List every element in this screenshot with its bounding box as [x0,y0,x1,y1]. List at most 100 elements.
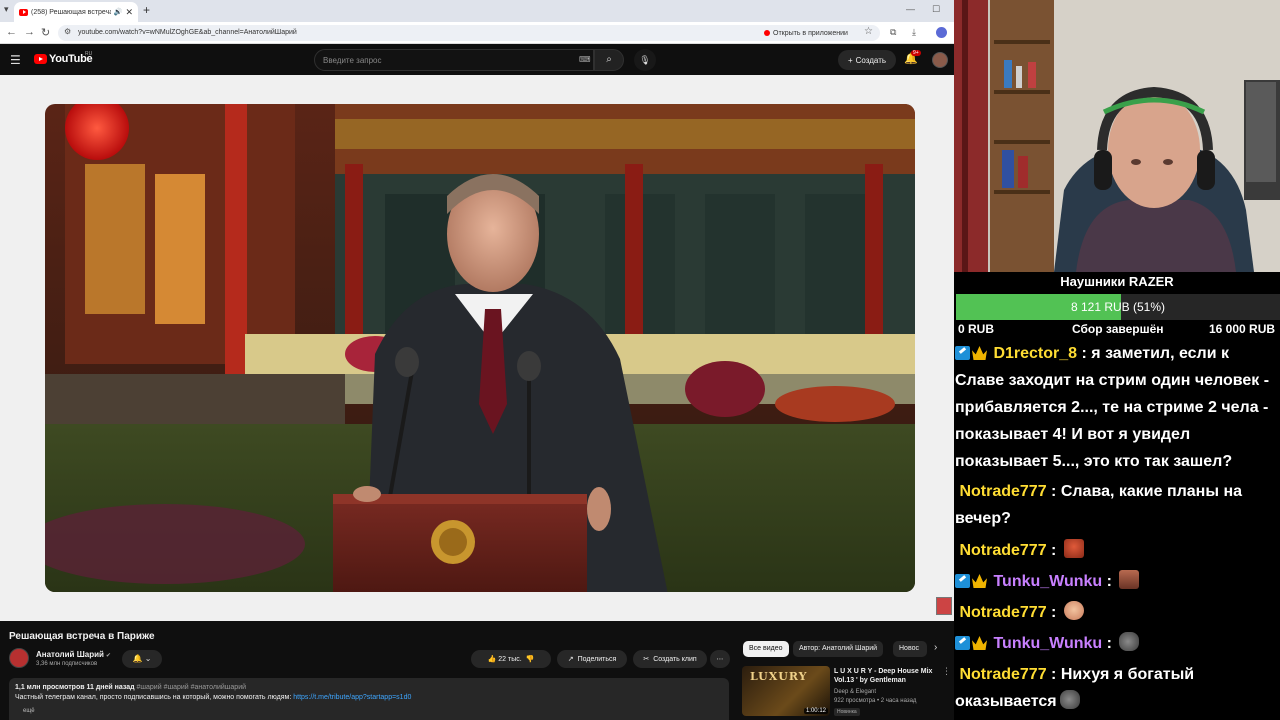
moderator-badge-icon [955,574,970,588]
keyboard-icon[interactable]: ⌨ [579,55,591,64]
rec-duration: 1:00:12 [803,708,828,714]
notification-bell-button[interactable]: 🔔 ⌄ [122,650,162,668]
more-actions-button[interactable]: ⋯ [710,650,730,668]
video-details: Решающая встреча в Париже Анатолий Шарий… [0,621,954,720]
create-label: Создать [855,55,887,65]
share-label: Поделиться [577,655,617,663]
create-button[interactable]: + Создать [838,50,896,70]
download-icon[interactable]: ⤓ [912,27,916,38]
rec-channel[interactable]: Deep & Elegant [834,689,876,695]
chat-username[interactable]: D1rector_8 [993,345,1077,362]
search-button[interactable]: ⌕ [594,49,624,71]
chat-username[interactable]: Tunku_Wunku [993,635,1102,652]
rec-new-badge: Новинка [834,708,860,716]
rec-thumbnail[interactable]: LUXURY 1:00:12 [742,666,830,716]
forward-icon[interactable]: → [24,26,35,38]
close-tab-icon[interactable]: ✕ [125,7,133,18]
recommended-video[interactable]: LUXURY 1:00:12 L U X U R Y - Deep House … [742,666,952,720]
rec-more-icon[interactable]: ⋮ [942,666,951,677]
back-icon[interactable]: ← [6,26,17,38]
donation-goal-min: 0 RUB [958,322,995,336]
bookmark-star-icon[interactable]: ☆ [864,26,873,37]
donation-goal-max: 16 000 RUB [1209,322,1276,336]
new-tab-icon[interactable]: + [143,3,150,17]
chat-username[interactable]: Notrade777 [959,483,1046,500]
browser-window: ▾ (258) Решающая встреча в 🔊 ✕ + — ☐ ← →… [0,0,954,720]
player-area [0,75,954,621]
moderator-badge-icon [955,346,970,360]
voice-search-button[interactable]: 🎙 [634,49,656,71]
chat-message: Notrade777 : Слава, какие планы на вечер… [955,483,1243,527]
chip-news[interactable]: Новос [893,641,927,657]
channel-avatar[interactable] [9,648,29,668]
description-text: Частный телеграм канал, просто подписавш… [15,694,292,701]
crown-badge-icon [972,346,987,360]
chat-message: Tunku_Wunku : [955,630,1280,657]
scissors-icon: ✂ [643,656,650,663]
description-link[interactable]: https://t.me/tribute/app?startapp=s1d0 [293,694,411,701]
tab-search-icon[interactable]: ▾ [4,4,9,15]
thumbs-up-icon: 👍 [487,656,497,663]
minimize-icon[interactable]: — [906,4,915,14]
show-more[interactable]: ещё [23,708,35,714]
chat-username[interactable]: Notrade777 [959,604,1046,621]
account-avatar[interactable] [932,52,948,68]
url-field[interactable]: ⚙ youtube.com/watch?v=wNMulZOghGE&ab_cha… [58,25,880,41]
share-button[interactable]: ↗ Поделиться [557,650,627,668]
clip-button[interactable]: ✂ Создать клип [633,650,707,668]
channel-name[interactable]: Анатолий Шарий ✔ [36,650,111,659]
video-frame-image [45,104,915,592]
screen: ▾ (258) Решающая встреча в 🔊 ✕ + — ☐ ← →… [0,0,1280,720]
share-icon: ↗ [567,656,574,663]
donation-goal-bar: 8 121 RUB (51%) [956,294,1280,320]
menu-icon[interactable]: ☰ [10,54,21,66]
chip-all-videos[interactable]: Все видео [743,641,789,657]
chat-username[interactable]: Tunku_Wunku [993,573,1102,590]
like-button[interactable]: 👍 22 тыс. [488,655,522,663]
video-player[interactable] [45,104,915,592]
youtube-logo-icon[interactable] [34,54,47,64]
youtube-header: ☰ YouTube RU ⌨ ⌕ 🎙 + Создать 🔔 9+ [0,45,954,75]
open-in-app-label: Открыть в приложении [773,29,848,37]
plus-icon: + [847,55,853,65]
like-dislike-pill: 👍 22 тыс. 👎 [471,650,551,668]
more-icon: ⋯ [716,656,724,663]
chips-next-chevron-icon[interactable]: › [934,642,937,653]
clip-label: Создать клип [653,655,697,663]
tab-bar: ▾ (258) Решающая встреча в 🔊 ✕ + — ☐ [0,0,954,22]
open-in-app-button[interactable]: Открыть в приложении [764,28,848,38]
crown-badge-icon [972,636,987,650]
site-info-icon[interactable]: ⚙ [64,27,71,36]
description-meta: 1,1 млн просмотров 11 дней назад #шарий … [15,684,246,691]
description-box[interactable]: 1,1 млн просмотров 11 дней назад #шарий … [9,678,729,720]
chat-message: Notrade777 : [955,599,1280,626]
chip-author[interactable]: Автор: Анатолий Шарий [793,641,884,657]
youtube-favicon-icon [19,8,28,16]
active-tab[interactable]: (258) Решающая встреча в 🔊 ✕ [14,2,138,22]
microphone-icon: 🎙 [639,55,651,65]
donation-goal-title: Наушники RAZER [1060,274,1174,289]
browser-profile-avatar[interactable] [936,27,947,38]
chat-username[interactable]: Notrade777 [959,542,1046,559]
thumbs-down-icon: 👎 [525,656,535,663]
chat-panel: D1rector_8 : я заметил, если к Славе зах… [954,340,1280,720]
chat-text: я заметил, если к Славе заходит на стрим… [955,345,1270,470]
webcam-feed [954,0,1280,272]
chat-username[interactable]: Notrade777 [959,666,1046,683]
maximize-icon[interactable]: ☐ [932,4,940,15]
region-code: RU [85,51,93,57]
hashtags[interactable]: #шарий #шарий #анатолийшарий [137,684,247,691]
extensions-icon[interactable]: ⧉ [890,27,896,38]
miniplayer-thumbnail[interactable] [936,597,952,615]
rec-title[interactable]: L U X U R Y - Deep House Mix Vol.13 ' by… [834,667,938,685]
tab-title: (258) Решающая встреча в [31,8,111,16]
reload-icon[interactable]: ↻ [41,26,50,39]
search-input[interactable] [323,54,563,66]
youtube-app-icon [764,30,770,36]
speaker-icon[interactable]: 🔊 [114,8,123,16]
subscriber-count: 3,36 млн подписчиков [36,661,98,667]
description-text-line: Частный телеграм канал, просто подписавш… [15,694,411,701]
url-text: youtube.com/watch?v=wNMulZOghGE&ab_chann… [78,29,297,36]
dislike-button[interactable]: 👎 [526,655,535,663]
chat-message: D1rector_8 : я заметил, если к Славе зах… [955,345,1270,470]
